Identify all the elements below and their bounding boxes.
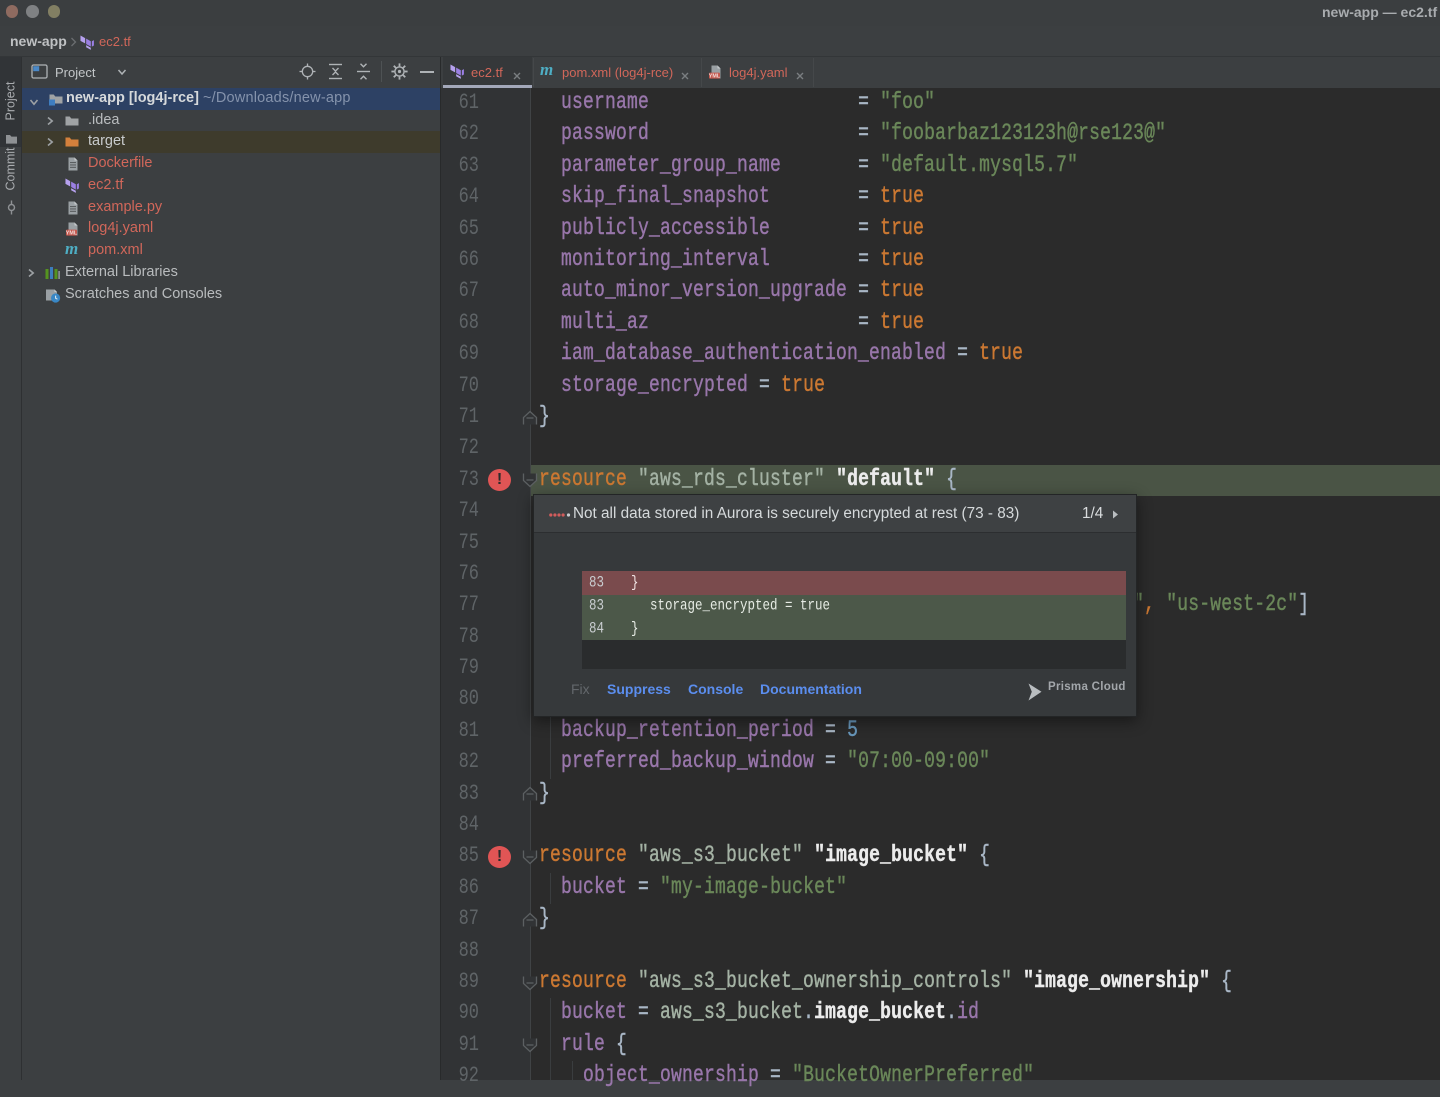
svg-text:YML: YML [66,231,78,237]
svg-text:YML: YML [709,73,721,79]
